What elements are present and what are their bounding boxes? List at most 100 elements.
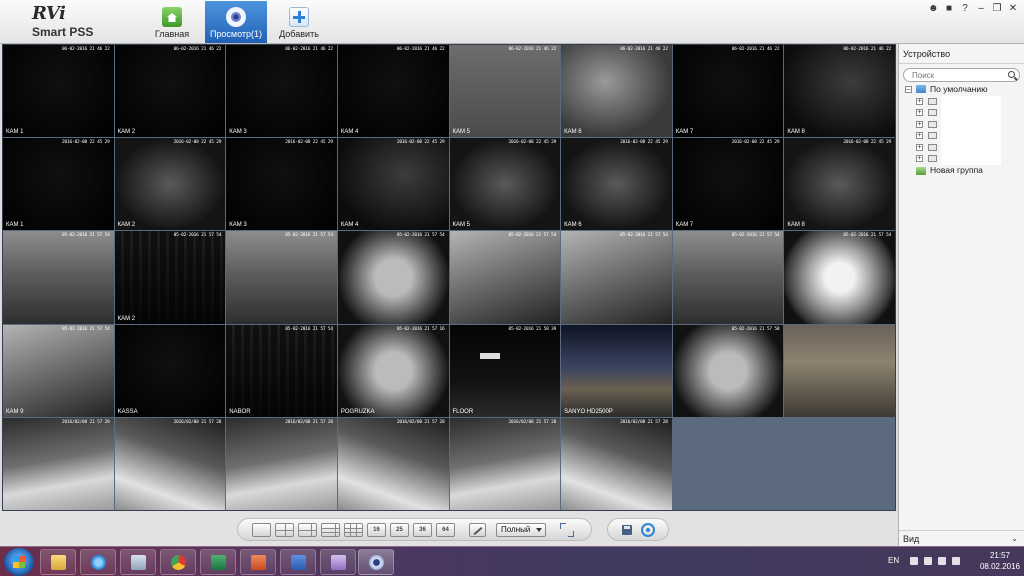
camera-tile[interactable]: 05-02-2016 21 57 54 [561,231,672,324]
camera-tile[interactable]: 06-02-2016 21 46 22 КАМ 7 [672,45,784,138]
taskbar-app-ie[interactable] [80,549,116,575]
refresh-icon[interactable] [641,523,655,537]
layout-button[interactable] [344,523,363,537]
lock-icon[interactable]: ■ [944,4,954,14]
camera-tile[interactable]: 2016-02-08 22 45 29 КАМ 4 [337,138,449,231]
display-mode-select[interactable]: Полный [496,523,546,537]
taskbar-app-calc[interactable] [120,549,156,575]
help-icon[interactable]: ? [960,4,970,14]
camera-tile[interactable]: 05-02-2016 21 57 58 [672,324,784,417]
camera-tile[interactable]: 06-02-2016 21 46 22 КАМ 6 [561,45,672,138]
layout-button[interactable] [275,523,294,537]
camera-tile[interactable]: 05-02-2016 21 57 54 [337,231,449,324]
camera-tile[interactable]: 05-02-2016 21 57 16 POGRUZKA [337,324,449,417]
camera-tile[interactable] [784,324,895,417]
nav-preview-tab[interactable]: Просмотр(1) [205,1,267,43]
tree-device-item[interactable]: + [899,141,1024,154]
camera-tile[interactable]: 06-02-2016 21 46 22 КАМ 5 [449,45,561,138]
taskbar-app-word[interactable] [280,549,316,575]
tree-root-default[interactable]: – По умолчанию [899,84,1024,96]
camera-tile[interactable]: 06-02-2016 21 46 22 КАМ 3 [226,45,337,138]
layout-button[interactable]: 16 [367,523,386,537]
save-view-icon[interactable] [622,525,632,535]
layout-button[interactable]: 25 [390,523,409,537]
expand-icon[interactable]: + [916,97,923,105]
layout-button[interactable]: 36 [413,523,432,537]
camera-tile[interactable]: 2016/02/08 21 57 28 [114,417,226,510]
volume-icon[interactable] [952,557,960,565]
camera-tile[interactable]: 2016-02-08 22 45 29 КАМ 6 [561,138,672,231]
camera-tile[interactable]: SANYO HD2500P [561,324,672,417]
layout-button[interactable] [252,523,271,537]
camera-tile[interactable]: 05-02-2016 21 57 54 КАМ 2 [114,231,226,324]
taskbar-app-explorer[interactable] [40,549,76,575]
taskbar-app-chrome[interactable] [160,549,196,575]
fullscreen-icon[interactable] [560,523,574,537]
expand-icon[interactable]: + [916,143,923,151]
search-icon[interactable] [1008,71,1015,78]
nav-add-button[interactable]: Добавить [278,1,320,43]
camera-tile[interactable]: 2016/02/08 21 57 28 [449,417,561,510]
tree-device-item[interactable]: + [899,95,1024,108]
user-icon[interactable]: ☻ [928,4,939,14]
flag-icon[interactable] [924,557,932,565]
empty-video-slot[interactable] [784,417,895,510]
camera-tile[interactable]: 06-02-2016 21 46 22 КАМ 1 [3,45,114,138]
camera-tile[interactable]: 2016-02-08 22 45 29 КАМ 1 [3,138,114,231]
camera-timestamp: 2016-02-08 22 45 29 [508,140,557,146]
start-button[interactable] [4,548,34,576]
camera-tile[interactable]: 2016/02/08 21 57 28 [226,417,337,510]
layout-button[interactable] [321,523,340,537]
tree-device-item[interactable]: + [899,130,1024,142]
nav-home-button[interactable]: Главная [150,1,194,43]
restore-icon[interactable]: ❐ [992,4,1002,14]
tree-device-item[interactable]: + [899,153,1024,165]
camera-tile[interactable]: 05-02-2016 21 57 54 [3,231,114,324]
camera-tile[interactable]: 2016-02-08 22 45 29 КАМ 2 [114,138,226,231]
clock-time[interactable]: 21:57 [980,551,1020,560]
expand-icon[interactable]: + [916,120,923,128]
collapse-icon[interactable]: – [905,86,912,93]
tree-device-item[interactable]: + [899,118,1024,131]
expand-icon[interactable]: + [916,109,923,116]
camera-tile[interactable]: 05-02-2016 21 57 54 [226,231,337,324]
camera-tile[interactable]: 2016/02/08 21 57 28 [561,417,672,510]
camera-tile[interactable]: 05-02-2016 21 57 54 [672,231,784,324]
camera-tile[interactable]: 06-02-2016 21 46 22 КАМ 4 [337,45,449,138]
view-section[interactable]: Вид ⌄ [899,530,1024,546]
camera-tile[interactable]: 2016-02-08 22 45 29 КАМ 3 [226,138,337,231]
minimize-icon[interactable]: – [976,4,986,14]
camera-tile[interactable]: 05-02-2016 21 58 39 FLOOR [449,324,561,417]
edit-layout-icon[interactable] [469,523,486,537]
battery-icon[interactable] [938,557,946,565]
tree-new-group[interactable]: Новая группа [899,165,1024,177]
expand-icon[interactable]: + [916,155,923,162]
taskbar-app-pss[interactable] [358,549,394,575]
camera-tile[interactable]: KASSA [114,324,226,417]
clock-date[interactable]: 08.02.2016 [978,562,1022,571]
layout-button[interactable]: 64 [436,523,455,537]
taskbar-app-powerpoint[interactable] [240,549,276,575]
camera-tile[interactable]: 05-02-2016 21 57 54 NABOR [226,324,337,417]
camera-tile[interactable]: 2016-02-08 22 45 29 КАМ 8 [784,138,895,231]
taskbar-app-excel[interactable] [200,549,236,575]
camera-tile[interactable]: 2016-02-08 22 45 29 КАМ 5 [449,138,561,231]
camera-tile[interactable]: 06-02-2016 21 46 22 КАМ 8 [784,45,895,138]
camera-tile[interactable]: 2016/02/08 21 57 28 [3,417,114,510]
camera-tile[interactable]: 06-02-2016 21 46 22 КАМ 2 [114,45,226,138]
device-search-input[interactable] [904,69,1000,81]
camera-tile[interactable]: 05-02-2016 21 57 54 [449,231,561,324]
expand-icon[interactable]: + [916,132,923,139]
taskbar-app-notes[interactable] [320,549,356,575]
language-indicator[interactable]: EN [888,556,899,565]
camera-tile[interactable]: 2016-02-08 22 45 29 КАМ 7 [672,138,784,231]
tree-device-item[interactable]: + [899,107,1024,119]
layout-button[interactable] [298,523,317,537]
empty-video-slot[interactable] [672,417,784,510]
camera-tile[interactable]: 05-02-2016 21 57 54 КАМ 9 [3,324,114,417]
camera-timestamp: 05-02-2016 21 57 16 [396,326,445,332]
camera-tile[interactable]: 05-02-2016 21 57 54 [784,231,895,324]
close-icon[interactable]: ✕ [1008,4,1018,14]
network-icon[interactable] [910,557,918,565]
camera-tile[interactable]: 2016/02/08 21 57 28 [337,417,449,510]
